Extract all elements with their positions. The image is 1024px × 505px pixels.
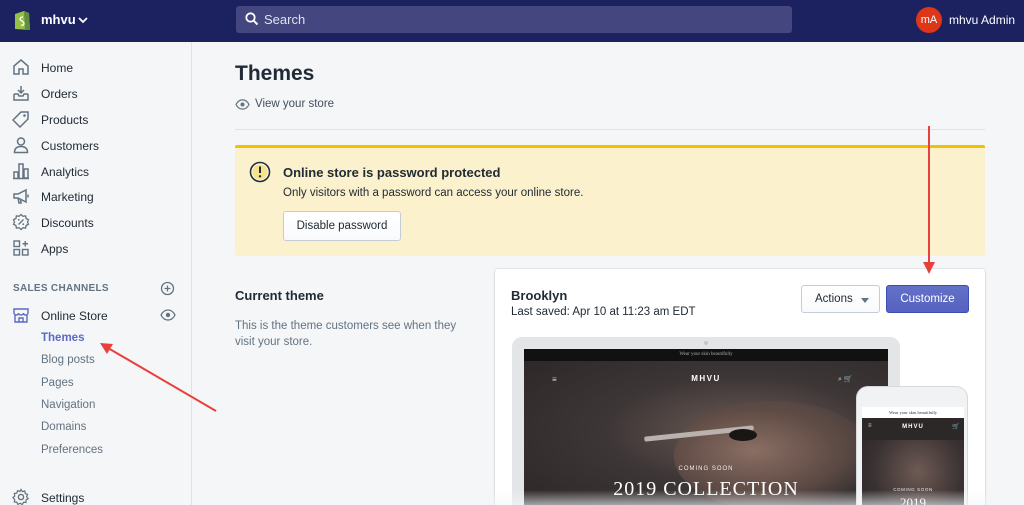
actions-label: Actions — [815, 293, 853, 305]
eye-icon[interactable] — [160, 308, 176, 322]
sidebar-item-label: Analytics — [41, 165, 90, 179]
sidebar-item-label: Products — [41, 113, 89, 127]
sidebar-item-label: Home — [41, 61, 74, 75]
eye-icon — [235, 99, 250, 110]
tag-icon — [12, 111, 29, 128]
banner-text: Only visitors with a password can access… — [283, 187, 584, 199]
sidebar-subitem-preferences[interactable]: Preferences — [41, 444, 103, 456]
add-circle-icon[interactable] — [160, 281, 175, 296]
sidebar-item-analytics[interactable]: Analytics — [0, 160, 192, 184]
sidebar-item-apps[interactable]: Apps — [0, 237, 192, 261]
admin-name[interactable]: mhvu Admin — [949, 13, 1015, 27]
customize-button[interactable]: Customize — [886, 285, 969, 313]
search-box[interactable] — [236, 6, 792, 33]
warning-circle-icon — [249, 161, 271, 183]
discount-icon — [12, 213, 30, 231]
sidebar-item-label: Orders — [41, 87, 78, 101]
collection-title: 2019 COLLECTION — [613, 478, 799, 500]
sidebar-item-label: Settings — [41, 491, 85, 505]
caret-down-icon — [861, 298, 869, 303]
actions-button[interactable]: Actions — [801, 285, 880, 313]
sidebar-item-products[interactable]: Products — [0, 108, 192, 132]
store-icon — [13, 308, 29, 323]
search-cart-icons: ⌕ 🛒 — [838, 376, 853, 383]
hero-image: ≡ MHVU ⌕ 🛒 COMING SOON 2019 COLLECTION — [524, 361, 888, 505]
desktop-preview[interactable]: Wear your skin beautifully ≡ MHVU ⌕ 🛒 CO… — [512, 337, 900, 505]
sidebar-item-orders[interactable]: Orders — [0, 82, 192, 106]
shopify-logo-icon[interactable] — [12, 8, 32, 32]
sidebar: Home Orders Products Customers Analytics… — [0, 42, 192, 505]
theme-card: Brooklyn Last saved: Apr 10 at 11:23 am … — [495, 269, 985, 505]
apps-icon — [13, 240, 29, 256]
announcement-bar: Wear your skin beautifully — [524, 349, 888, 361]
coming-soon-label: COMING SOON — [678, 466, 734, 472]
sidebar-item-settings[interactable]: Settings — [0, 486, 192, 505]
home-icon — [13, 59, 29, 75]
current-theme-heading: Current theme — [235, 288, 324, 303]
avatar[interactable]: mA — [916, 7, 942, 33]
mobile-preview-screen: Wear your skin beautifully ≡ MHVU 🛒 COMI… — [862, 407, 964, 505]
sidebar-subitem-domains[interactable]: Domains — [41, 421, 86, 433]
sidebar-subitem-themes[interactable]: Themes — [41, 332, 84, 344]
search-icon — [245, 12, 259, 26]
theme-last-saved: Last saved: Apr 10 at 11:23 am EDT — [511, 306, 696, 318]
sales-channels-heading: SALES CHANNELS — [13, 283, 109, 294]
sidebar-subitem-blog-posts[interactable]: Blog posts — [41, 354, 95, 366]
disable-password-button[interactable]: Disable password — [283, 211, 401, 241]
password-banner: Online store is password protected Only … — [235, 145, 985, 256]
sidebar-subitem-pages[interactable]: Pages — [41, 377, 74, 389]
sidebar-item-label: Marketing — [41, 190, 94, 204]
page-title: Themes — [235, 62, 315, 85]
theme-name: Brooklyn — [511, 288, 568, 303]
sidebar-item-home[interactable]: Home — [0, 56, 192, 80]
mobile-announcement-bar: Wear your skin beautifully — [862, 407, 964, 418]
megaphone-icon — [13, 188, 29, 204]
divider — [235, 129, 985, 130]
sidebar-item-label: Customers — [41, 139, 100, 153]
store-name[interactable]: mhvu — [41, 12, 76, 27]
hero-eye-shape — [729, 429, 757, 441]
sidebar-item-marketing[interactable]: Marketing — [0, 185, 192, 209]
desktop-preview-screen: Wear your skin beautifully ≡ MHVU ⌕ 🛒 CO… — [524, 349, 888, 505]
chevron-down-icon[interactable] — [77, 14, 89, 26]
sidebar-item-discounts[interactable]: Discounts — [0, 211, 192, 235]
mobile-preview[interactable]: Wear your skin beautifully ≡ MHVU 🛒 COMI… — [856, 386, 968, 505]
mobile-cart-icon: 🛒 — [952, 424, 960, 430]
banner-title: Online store is password protected — [283, 165, 501, 180]
top-bar: mhvu mA mhvu Admin — [0, 0, 1024, 42]
gear-icon — [12, 488, 30, 505]
mobile-coming-soon-label: COMING SOON — [893, 487, 933, 492]
sidebar-item-label: Discounts — [41, 216, 94, 230]
bar-chart-icon — [13, 163, 29, 180]
search-input[interactable] — [264, 6, 784, 33]
sidebar-item-customers[interactable]: Customers — [0, 134, 192, 158]
view-store-label: View your store — [255, 98, 335, 110]
mobile-preview-brand: MHVU — [902, 424, 924, 430]
sidebar-item-label: Apps — [41, 242, 69, 256]
preview-brand: MHVU — [691, 374, 721, 383]
camera-dot — [704, 341, 708, 345]
mobile-collection-title: 2019 COLLECTION — [900, 495, 926, 505]
orders-icon — [13, 86, 29, 101]
sidebar-subitem-navigation[interactable]: Navigation — [41, 399, 95, 411]
sidebar-item-label: Online Store — [41, 309, 108, 323]
person-icon — [13, 137, 29, 154]
current-theme-description: This is the theme customers see when the… — [235, 320, 457, 348]
